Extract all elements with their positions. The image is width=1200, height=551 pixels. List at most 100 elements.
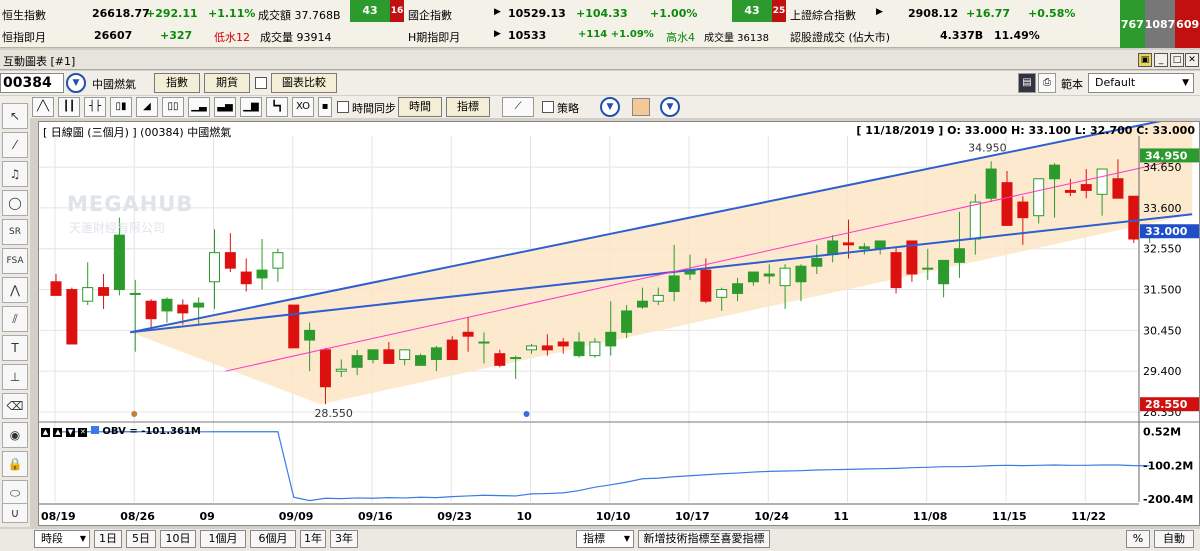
magnet-icon[interactable]: ∪ xyxy=(2,503,28,523)
layout-label: 範本 xyxy=(1061,78,1083,91)
lock-icon[interactable]: 🔒 xyxy=(2,451,28,477)
x-tick-label: 11/22 xyxy=(1071,510,1106,523)
parallel-channel-icon[interactable]: ⫽ xyxy=(2,306,28,332)
fan-icon[interactable]: FSA xyxy=(2,248,28,274)
compare-chart-button[interactable]: 圖表比較 xyxy=(271,73,337,93)
chart-panel[interactable]: 34.950 28.550 0.52M -100.2M -200.4M 34.650 3… xyxy=(38,113,1200,526)
indicator-button[interactable]: 指標 xyxy=(446,97,490,117)
candle-body xyxy=(1096,168,1108,195)
candle-body xyxy=(224,252,236,269)
hollow-candle-icon[interactable]: ▯▯ xyxy=(162,97,184,117)
layout-select[interactable]: Default ▼ xyxy=(1088,73,1194,93)
price-chart-svg[interactable]: 34.95028.550 0.52M-100.2M-200.4M 34.6503… xyxy=(39,113,1200,525)
candle-body xyxy=(209,252,220,283)
fibonacci-icon[interactable]: ⋀ xyxy=(2,277,28,303)
period-10d-button[interactable]: 10日 xyxy=(160,530,196,548)
scroll-down-icon[interactable]: ▼ xyxy=(65,428,75,437)
measure-icon[interactable]: ⊥ xyxy=(2,364,28,390)
kagi-chart-icon[interactable]: ┗┓ xyxy=(266,97,288,117)
high-price-label: 34.950 xyxy=(968,141,1007,154)
scroll-up-icon[interactable]: ▲ xyxy=(53,428,63,437)
warrant-value: 4.337B xyxy=(940,29,984,42)
chevron-down-icon[interactable]: ▼ xyxy=(66,73,86,93)
ohlc-chart-icon[interactable]: ┤├ xyxy=(84,97,106,117)
print-icon[interactable]: ⎙ xyxy=(1038,73,1056,93)
step-chart-icon[interactable]: ▁▆ xyxy=(240,97,262,117)
percent-button[interactable]: % xyxy=(1126,530,1150,548)
strategy-checkbox[interactable] xyxy=(542,101,554,113)
settings-icon[interactable]: ▪ xyxy=(318,97,332,117)
x-tick-label: 09/23 xyxy=(437,510,472,523)
candle-body xyxy=(858,246,870,250)
price-flag-label: 33.000 xyxy=(1145,225,1188,238)
add-favorite-indicator-button[interactable]: 新增技術指標至喜愛指標 xyxy=(638,530,770,548)
period-5d-button[interactable]: 5日 xyxy=(126,530,156,548)
text-tool-icon[interactable]: T xyxy=(2,335,28,361)
minimize-icon[interactable]: _ xyxy=(1154,53,1168,67)
futures-button[interactable]: 期貨 xyxy=(204,73,250,93)
period-6m-button[interactable]: 6個月 xyxy=(250,530,296,548)
channel-area xyxy=(130,114,1193,405)
candle-body xyxy=(953,248,965,263)
candle-body xyxy=(811,257,823,267)
bell-icon[interactable]: ♫ xyxy=(2,161,28,187)
pin-icon[interactable]: ▣ xyxy=(1138,53,1152,67)
y-tick-label: 29.400 xyxy=(1143,365,1182,378)
watermark-logo: MEGAHUB xyxy=(67,192,194,216)
visibility-icon[interactable]: ◉ xyxy=(2,422,28,448)
hsi-change: +292.11 xyxy=(146,7,198,20)
hf-label[interactable]: H期指即月 xyxy=(408,29,460,45)
hsi-label[interactable]: 恒生指數 xyxy=(2,7,46,23)
volume-chart-icon[interactable]: ▁▃ xyxy=(188,97,210,117)
indicator-select[interactable]: 指標 ▼ xyxy=(576,530,634,548)
period-1m-button[interactable]: 1個月 xyxy=(200,530,246,548)
compare-checkbox[interactable] xyxy=(255,77,267,89)
low-price-label: 28.550 xyxy=(314,407,353,420)
histogram-icon[interactable]: ▃▅ xyxy=(214,97,236,117)
y-tick-label: 34.650 xyxy=(1143,161,1182,174)
candle-body xyxy=(304,329,316,341)
auto-scale-button[interactable]: 自動 xyxy=(1154,530,1194,548)
fill-color-swatch[interactable] xyxy=(632,98,650,116)
ellipse-icon[interactable]: ◯ xyxy=(2,190,28,216)
candle-body xyxy=(573,341,585,357)
period-3y-button[interactable]: 3年 xyxy=(330,530,358,548)
chevron-down-icon[interactable]: ▼ xyxy=(600,97,620,117)
hscei-label[interactable]: 國企指數 xyxy=(408,7,452,23)
time-sync-checkbox[interactable] xyxy=(337,101,349,113)
index-button[interactable]: 指數 xyxy=(154,73,200,93)
close-indicator-icon[interactable]: ✕ xyxy=(78,428,88,437)
support-resistance-icon[interactable]: SR xyxy=(2,219,28,245)
save-icon[interactable]: ▤ xyxy=(1018,73,1036,93)
area-chart-icon[interactable]: ◢ xyxy=(136,97,158,117)
scroll-up-icon[interactable]: ▲ xyxy=(41,428,50,437)
period-1d-button[interactable]: 1日 xyxy=(94,530,122,548)
point-figure-icon[interactable]: XO xyxy=(292,97,314,117)
candle-body xyxy=(763,273,775,277)
candle-body xyxy=(272,252,284,269)
chevron-down-icon[interactable]: ▼ xyxy=(660,97,680,117)
trendline-icon[interactable]: ⁄ xyxy=(2,132,28,158)
maximize-icon[interactable]: □ xyxy=(1170,53,1184,67)
period-select[interactable]: 時段 ▼ xyxy=(34,530,90,548)
line-chart-icon[interactable]: ╱╲ xyxy=(32,97,54,117)
trend-chart-icon[interactable]: ⟋ xyxy=(502,97,534,117)
close-icon[interactable]: ✕ xyxy=(1185,53,1199,67)
bar-chart-icon[interactable]: ┃┃ xyxy=(58,97,80,117)
candle-body xyxy=(969,201,981,240)
time-button[interactable]: 時間 xyxy=(398,97,442,117)
eraser-icon[interactable]: ⌫ xyxy=(2,393,28,419)
candle-body xyxy=(1064,189,1076,193)
cursor-icon[interactable]: ↖ xyxy=(2,103,28,129)
period-1y-button[interactable]: 1年 xyxy=(300,530,326,548)
candle-body xyxy=(1001,182,1013,226)
stock-code-input[interactable]: 00384 xyxy=(0,73,64,93)
layout-value: Default xyxy=(1095,76,1136,89)
sse-label[interactable]: 上證綜合指數 xyxy=(790,7,856,23)
hsif-label[interactable]: 恒指即月 xyxy=(2,29,46,45)
hsi-advance-count: 43 xyxy=(350,0,390,22)
candle-chart-icon[interactable]: ▯▮ xyxy=(110,97,132,117)
candle-body xyxy=(526,345,537,351)
obv-tick-label: 0.52M xyxy=(1143,426,1181,439)
sse-value: 2908.12 xyxy=(908,7,959,20)
